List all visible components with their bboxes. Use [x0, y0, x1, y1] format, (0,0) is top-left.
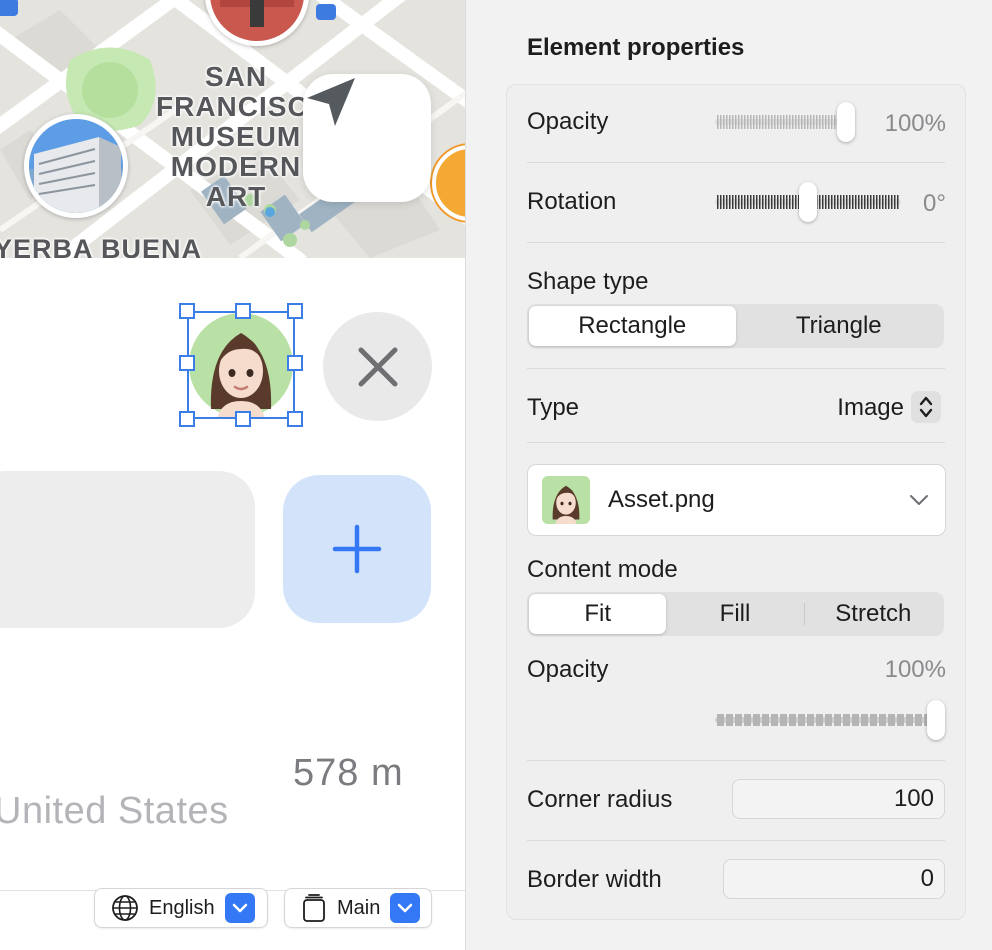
panel-title: Element properties	[527, 34, 745, 61]
up-down-chevron-icon	[919, 396, 933, 418]
shape-type-segmented-control[interactable]: Rectangle Triangle	[527, 304, 944, 348]
separator	[527, 242, 945, 243]
opacity-slider[interactable]	[715, 102, 855, 142]
scheme-label: Main	[337, 896, 381, 919]
shape-type-label: Shape type	[527, 268, 649, 295]
image-opacity-slider[interactable]	[715, 700, 949, 740]
segment-rectangle[interactable]: Rectangle	[529, 306, 736, 346]
input-area[interactable]	[0, 471, 255, 628]
map-view[interactable]: SAN FRANCISCO MUSEUM MODERN ART YERBA BU…	[0, 0, 465, 258]
image-opacity-value: 100%	[884, 656, 946, 683]
separator	[527, 162, 945, 163]
chevron-down-icon	[910, 495, 928, 505]
segment-stretch[interactable]: Stretch	[805, 594, 942, 634]
asset-thumbnail	[542, 476, 590, 524]
segment-fit[interactable]: Fit	[529, 594, 667, 634]
asset-name: Asset.png	[608, 486, 715, 513]
resize-handle-top-right[interactable]	[287, 303, 303, 319]
border-width-field[interactable]: 0	[723, 859, 945, 899]
globe-icon	[112, 895, 138, 921]
map-photo-pin[interactable]	[24, 114, 128, 218]
resize-handle-bottom-left[interactable]	[179, 411, 195, 427]
inspector-panel: Element properties Opacity 100% Rotation…	[466, 0, 992, 950]
image-opacity-track	[715, 714, 949, 726]
close-button[interactable]	[323, 312, 432, 421]
distance-label: 578 m	[293, 752, 404, 794]
rotation-value: 0°	[923, 190, 946, 217]
separator	[527, 368, 945, 369]
border-width-label: Border width	[527, 866, 662, 893]
type-label: Type	[527, 394, 580, 421]
resize-handle-bottom-right[interactable]	[287, 411, 303, 427]
location-arrow-icon	[307, 78, 355, 126]
opacity-value: 100%	[884, 110, 946, 137]
country-label: United States	[0, 790, 229, 832]
opacity-slider-thumb[interactable]	[837, 102, 855, 142]
resize-handle-left[interactable]	[179, 355, 195, 371]
asset-picker[interactable]: Asset.png	[527, 464, 946, 536]
type-popup-button[interactable]	[911, 391, 941, 423]
map-label-museum: SAN FRANCISCO MUSEUM MODERN ART	[156, 61, 332, 212]
rotation-slider[interactable]	[715, 182, 901, 222]
rotation-slider-thumb[interactable]	[799, 182, 817, 222]
separator	[527, 442, 945, 443]
map-photo-pin[interactable]	[205, 0, 309, 46]
corner-radius-field[interactable]: 100	[732, 779, 945, 819]
corner-radius-label: Corner radius	[527, 786, 673, 813]
segment-fill[interactable]: Fill	[666, 594, 803, 634]
language-picker[interactable]: English	[94, 888, 268, 928]
chevron-down-icon	[390, 893, 421, 923]
opacity-label: Opacity	[527, 108, 609, 135]
resize-handle-top-left[interactable]	[179, 303, 195, 319]
type-value[interactable]: Image	[766, 394, 904, 422]
content-mode-segmented-control[interactable]: Fit Fill Stretch	[527, 592, 944, 636]
device-icon	[303, 894, 325, 922]
preview-canvas: SAN FRANCISCO MUSEUM MODERN ART YERBA BU…	[0, 0, 465, 950]
language-label: English	[149, 896, 215, 919]
rotation-label: Rotation	[527, 188, 617, 215]
chevron-down-icon	[224, 893, 255, 923]
close-icon	[358, 347, 397, 386]
image-opacity-slider-thumb[interactable]	[927, 700, 945, 740]
content-mode-label: Content mode	[527, 556, 678, 583]
plus-icon	[332, 524, 382, 574]
add-button[interactable]	[283, 475, 431, 623]
image-opacity-label: Opacity	[527, 656, 609, 683]
separator	[527, 760, 945, 761]
separator	[527, 840, 945, 841]
resize-handle-top[interactable]	[235, 303, 251, 319]
selection-frame	[187, 311, 295, 419]
segment-triangle[interactable]: Triangle	[736, 306, 943, 346]
scheme-picker[interactable]: Main	[284, 888, 432, 928]
map-label-yerba-buena: YERBA BUENA	[0, 234, 203, 258]
resize-handle-right[interactable]	[287, 355, 303, 371]
resize-handle-bottom[interactable]	[235, 411, 251, 427]
current-location-button[interactable]	[303, 74, 431, 202]
opacity-track	[715, 115, 855, 129]
